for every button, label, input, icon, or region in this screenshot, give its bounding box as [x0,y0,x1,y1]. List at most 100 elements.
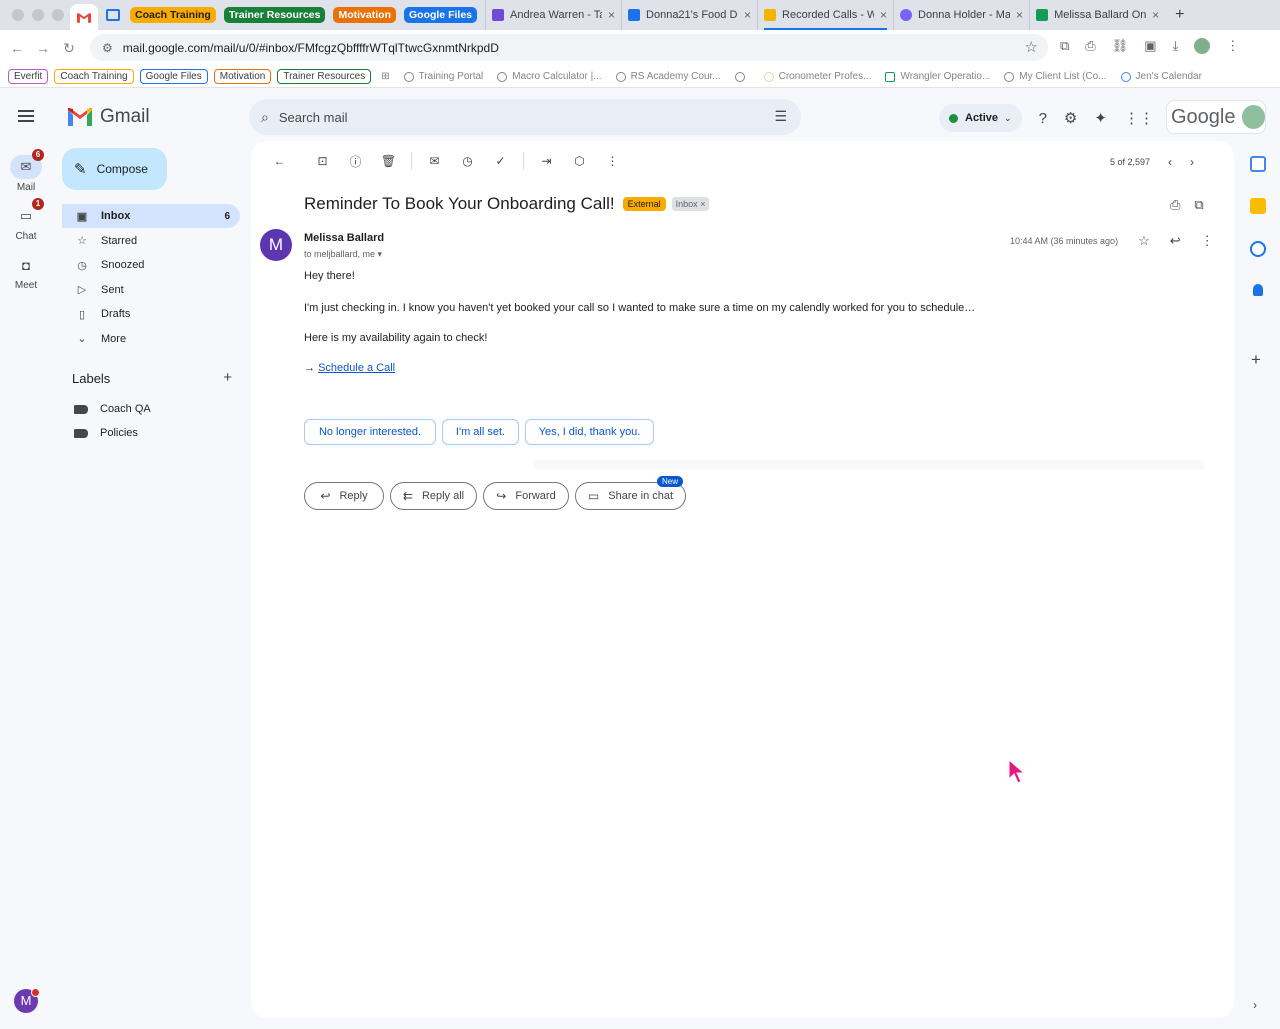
link-icon[interactable]: ⛓ [1112,38,1129,54]
bookmark-item[interactable]: Training Portal [403,71,483,82]
schedule-call-link[interactable]: Schedule a Call [318,362,395,374]
gmail-logo[interactable]: Gmail [68,106,150,128]
close-icon[interactable]: × [744,8,751,22]
bookmark-group-google-files[interactable]: Google Files [139,69,208,84]
extensions-icon[interactable]: ⧉ [1060,38,1069,54]
chrome-menu-icon[interactable]: ⋮ [1226,38,1239,54]
bookmark-group-trainer-resources[interactable]: Trainer Resources [277,69,372,84]
search-options-icon[interactable]: ☰ [774,108,787,125]
archive-icon[interactable]: ⊡ [306,154,339,168]
bookmark-item[interactable]: RS Academy Cour... [615,71,721,82]
close-icon[interactable]: × [880,8,887,22]
smart-reply-button[interactable]: Yes, I did, thank you. [525,419,654,445]
nav-item-drafts[interactable]: ▯ Drafts [62,302,240,326]
chevron-right-icon[interactable]: › [1190,155,1194,169]
mark-unread-icon[interactable]: ✉ [418,154,451,168]
screenshot-icon[interactable]: ▣ [1144,38,1156,54]
compose-button[interactable]: ✎ Compose [62,148,167,190]
label-item[interactable]: Coach QA [74,403,151,415]
profile-avatar[interactable] [1194,38,1211,54]
nav-item-inbox[interactable]: ▣ Inbox 6 [62,204,240,228]
help-icon[interactable]: ? [1039,110,1047,127]
nav-item-starred[interactable]: ☆ Starred [62,229,240,253]
sender-name[interactable]: Melissa Ballard [304,232,384,244]
bookmark-item[interactable]: Cronometer Profes... [763,71,871,82]
nav-item-snoozed[interactable]: ◷ Snoozed [62,253,240,277]
reload-icon[interactable]: ↻ [56,40,82,57]
keep-icon[interactable] [1250,198,1266,214]
reply-icon[interactable]: ↩ [1170,233,1181,249]
bookmark-group-everfit[interactable]: Everfit [8,69,49,84]
download-icon[interactable]: ⤓ [1173,38,1179,54]
nav-item-more[interactable]: ⌄ More [62,327,240,351]
close-icon[interactable]: × [1152,8,1159,22]
back-arrow-icon[interactable]: ← [4,40,30,56]
browser-tab[interactable]: Recorded Calls - Wra × [757,0,893,30]
tasks-icon[interactable] [1250,241,1266,257]
search-bar[interactable]: ⌕ Search mail ☰ [249,99,801,135]
share-in-chat-button[interactable]: ▭ Share in chat New [575,476,686,510]
search-icon[interactable]: ⌕ [261,109,269,126]
print-icon[interactable]: ⎙ [1085,38,1095,54]
smart-reply-button[interactable]: No longer interested. [304,419,436,445]
open-in-new-window-icon[interactable]: ⧉ [1194,197,1203,213]
back-arrow-icon[interactable]: ← [263,154,296,168]
forward-arrow-icon[interactable]: → [30,40,56,56]
browser-tab[interactable]: Andrea Warren - Task × [485,0,621,30]
rail-chat[interactable]: ▭ 1 Chat [0,198,52,242]
rail-mail[interactable]: ✉ 6 Mail [0,149,52,193]
google-account-box[interactable]: Google [1166,100,1266,134]
apps-grid-icon[interactable]: ⋮⋮ [1124,109,1154,127]
bookmark-group-motivation[interactable]: Motivation [213,69,272,84]
bookmark-star-icon[interactable]: ☆ [1025,38,1038,56]
close-icon[interactable]: × [608,8,615,22]
bookmark-item[interactable] [734,71,750,82]
close-icon[interactable]: × [1016,8,1023,22]
bookmark-item[interactable]: Jen's Calendar [1120,71,1202,82]
sender-avatar[interactable]: M [260,229,292,261]
bookmark-item[interactable]: My Client List (Co... [1004,71,1107,82]
apps-grid-icon[interactable]: ⊞ [381,71,389,82]
show-side-panel-icon[interactable]: › [1253,998,1257,1012]
reply-all-button[interactable]: ⇇ Reply all [390,482,477,510]
window-controls[interactable] [12,9,70,21]
move-to-icon[interactable]: ⇥ [530,154,563,168]
calendar-icon[interactable] [1250,156,1266,172]
gemini-sparkle-icon[interactable]: ✦ [1094,109,1107,127]
tab-group-google-files[interactable]: Google Files [403,7,477,23]
reply-button[interactable]: ↩ Reply [304,482,384,510]
recipients[interactable]: to meljballard, me ▾ [304,249,382,260]
tab-group-motivation[interactable]: Motivation [333,7,396,23]
add-task-icon[interactable]: ✓ [484,154,517,168]
browser-tab[interactable]: Donna21's Food Diary × [621,0,757,30]
main-menu-icon[interactable] [18,110,34,122]
contacts-icon[interactable] [1253,284,1263,296]
smart-reply-button[interactable]: I'm all set. [442,419,519,445]
add-label-icon[interactable]: + [223,369,232,386]
tab-group-coach-training[interactable]: Coach Training [130,7,216,23]
more-options-icon[interactable]: ⋮ [1201,233,1214,249]
label-icon[interactable]: ⬡ [563,154,596,168]
status-selector[interactable]: Active ⌄ [939,104,1022,132]
tab-group-trainer-resources[interactable]: Trainer Resources [223,7,326,23]
site-info-icon[interactable]: ⚙ [102,41,113,55]
star-icon[interactable]: ☆ [1138,233,1150,249]
caret-down-icon[interactable]: ▾ [378,249,383,259]
report-spam-icon[interactable]: ⓘ [339,153,372,170]
delete-icon[interactable]: 🗑 [372,154,405,168]
more-options-icon[interactable]: ⋮ [596,154,629,168]
bookmark-item[interactable]: Wrangler Operatio... [885,71,990,82]
remove-label-icon[interactable]: × [700,199,705,209]
forward-button[interactable]: ↪ Forward [483,482,569,510]
account-avatar[interactable]: M [14,988,40,1013]
tab-gmail-active[interactable] [70,4,98,30]
pinned-tab-icon[interactable] [106,9,120,21]
settings-gear-icon[interactable]: ⚙ [1064,109,1077,127]
get-addons-icon[interactable]: + [1251,350,1261,370]
browser-tab[interactable]: Melissa Ballard Onbo × [1029,0,1165,30]
browser-tab[interactable]: Donna Holder - Macro × [893,0,1029,30]
label-item[interactable]: Policies [74,427,138,439]
bookmark-item[interactable]: Macro Calculator |... [497,71,602,82]
print-icon[interactable]: ⎙ [1170,197,1180,213]
rail-meet[interactable]: ◘ Meet [0,253,52,292]
